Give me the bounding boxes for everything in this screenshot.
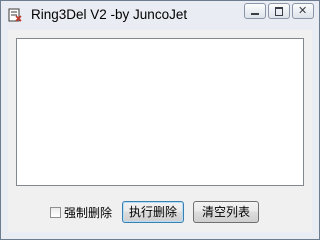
- execute-delete-button[interactable]: 执行删除: [122, 201, 184, 223]
- force-delete-option[interactable]: 强制删除: [50, 204, 112, 221]
- maximize-icon: [275, 7, 283, 16]
- main-window: Ring3Del V2 -by JuncoJet ✕ 强制删除 执行删除 清空列…: [0, 0, 320, 240]
- minimize-icon: [251, 13, 259, 15]
- minimize-button[interactable]: [244, 3, 266, 19]
- force-delete-checkbox[interactable]: [50, 206, 61, 218]
- force-delete-label[interactable]: 强制删除: [64, 204, 112, 221]
- client-area: 强制删除 执行删除 清空列表: [8, 30, 312, 232]
- window-title: Ring3Del V2 -by JuncoJet: [31, 7, 188, 22]
- maximize-button[interactable]: [268, 3, 290, 19]
- clear-list-button[interactable]: 清空列表: [193, 201, 259, 223]
- title-bar[interactable]: Ring3Del V2 -by JuncoJet ✕: [1, 1, 319, 29]
- app-icon: [8, 8, 22, 22]
- close-icon: ✕: [298, 5, 308, 17]
- file-listbox[interactable]: [16, 38, 304, 186]
- close-button[interactable]: ✕: [292, 3, 314, 19]
